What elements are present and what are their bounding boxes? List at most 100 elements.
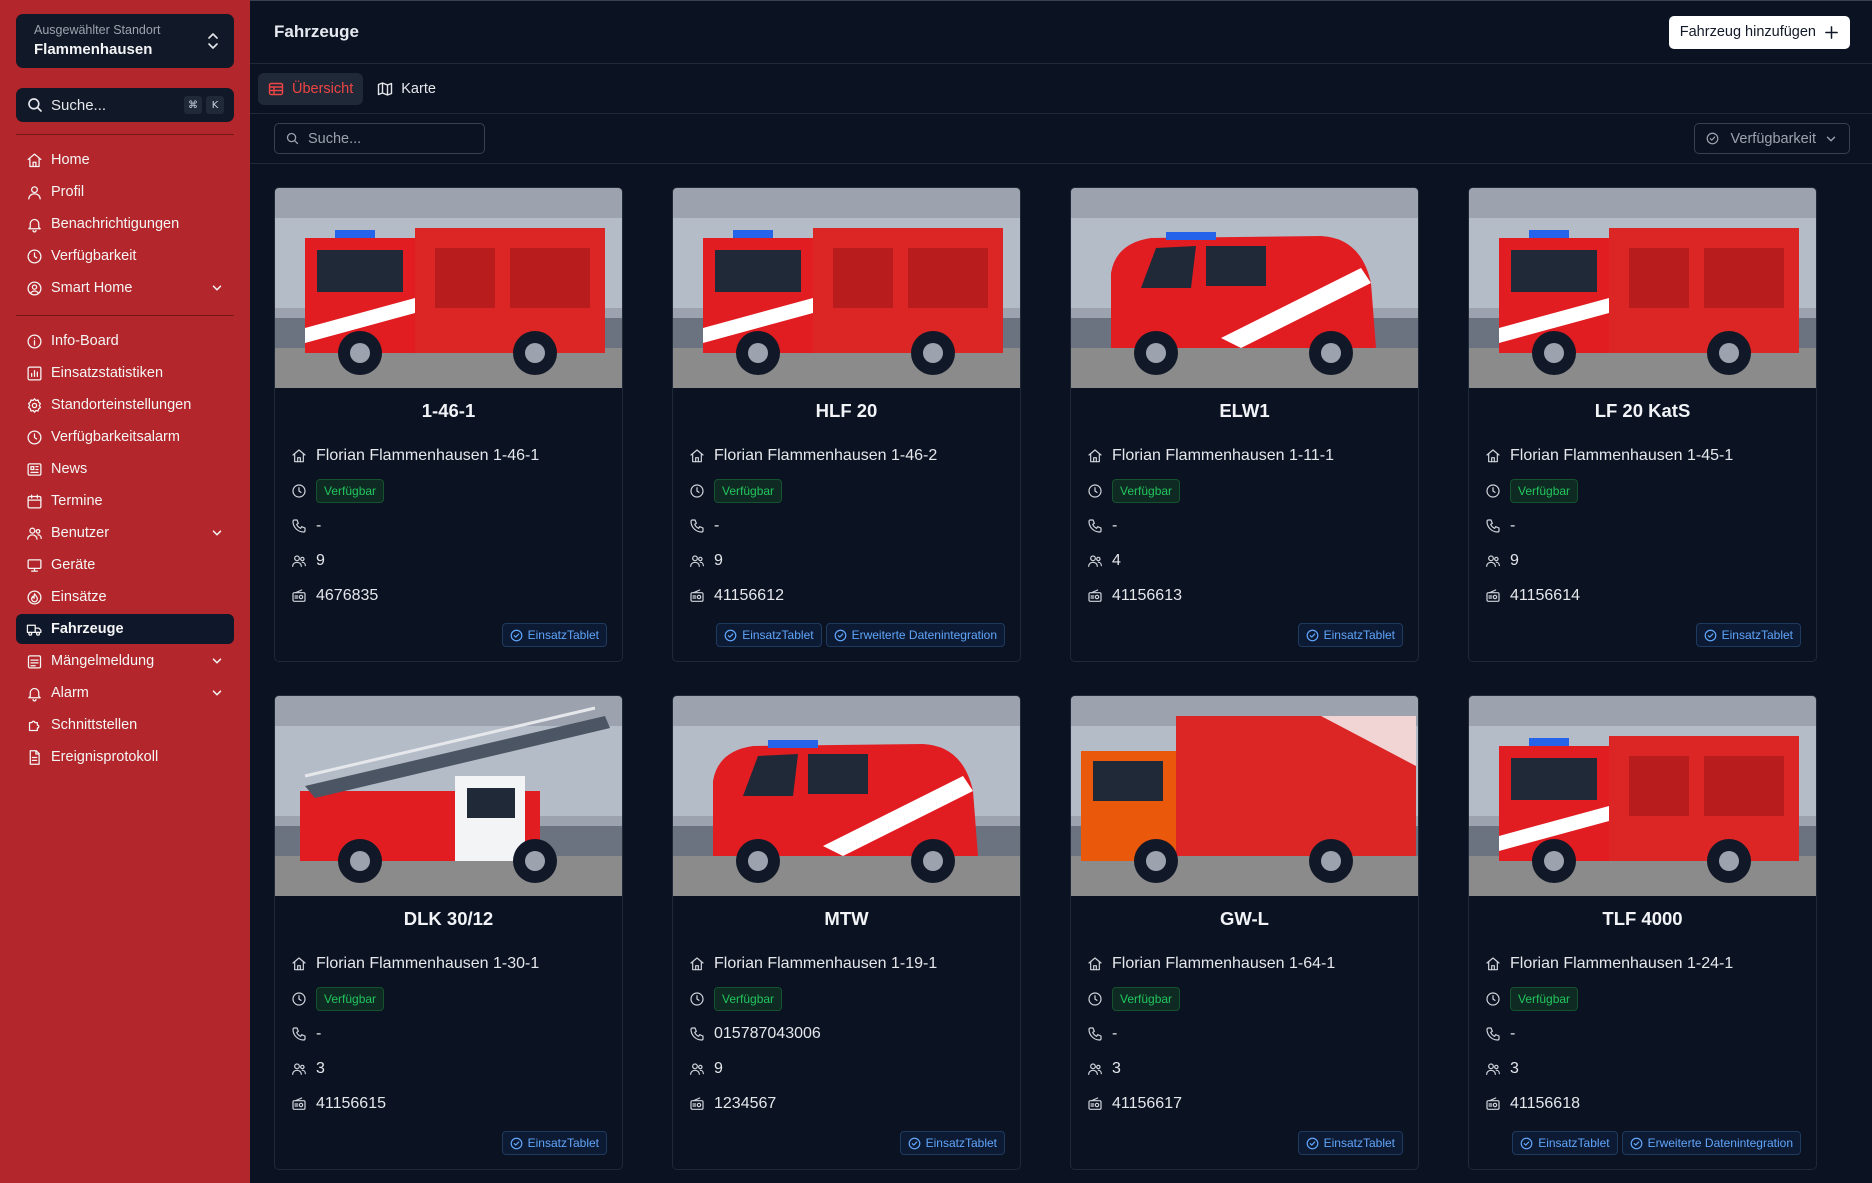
phone-icon [1088,518,1102,533]
check-circle-icon [510,1137,523,1149]
vehicle-photo [673,188,1020,388]
sidebar-search[interactable]: Suche... ⌘ K [16,88,234,122]
tab-overview[interactable]: Übersicht [258,72,364,105]
vehicle-radio-name: Florian Flammenhausen 1-46-1 [316,446,540,464]
feature-badge: Erweiterte Datenintegration [825,623,1005,647]
sidebar-item-fahrzeuge[interactable]: Fahrzeuge [16,614,234,644]
sidebar-item-einsatzstatistiken[interactable]: Einsatzstatistiken [16,358,234,388]
newspaper-icon [27,462,42,476]
vehicle-card[interactable]: LF 20 KatS Florian Flammenhausen 1-45-1 Ve… [1468,187,1817,662]
monitor-icon [27,558,42,572]
vehicle-phone-row: - [1071,514,1418,537]
phone-icon [1486,1026,1500,1041]
vehicle-radio-name: Florian Flammenhausen 1-64-1 [1112,954,1336,972]
vehicle-card[interactable]: DLK 30/12 Florian Flammenhausen 1-30-1 Ver… [274,695,623,1170]
flame-icon [27,589,42,605]
vehicle-photo [275,188,622,388]
feature-badge: EinsatzTablet [1695,623,1801,647]
tab-map[interactable]: Karte [367,73,446,105]
feature-badge-label: EinsatzTablet [742,628,814,642]
vehicle-card[interactable]: ELW1 Florian Flammenhausen 1-11-1 Verfügba… [1070,187,1419,662]
sidebar-item-news[interactable]: News [16,454,234,484]
vehicle-crew-row: 9 [1469,549,1816,572]
radio-icon [292,1096,306,1110]
chevron-down-icon[interactable] [210,654,224,668]
add-vehicle-label: Fahrzeug hinzufügen [1679,24,1816,40]
sidebar-item-smart-home[interactable]: Smart Home [16,273,234,303]
clock-icon [292,483,306,498]
status-badge: Verfügbar [1112,478,1181,503]
chevron-down-icon[interactable] [210,281,224,295]
users-icon [1088,1062,1102,1075]
radio-icon [1486,1096,1500,1110]
table-icon [268,82,284,95]
vehicle-radio-row: Florian Flammenhausen 1-46-1 [275,444,622,467]
add-vehicle-button[interactable]: Fahrzeug hinzufügen [1668,15,1850,49]
page-title: Fahrzeuge [274,22,360,41]
vehicle-issi: 4676835 [316,586,379,604]
tab-map-label: Karte [401,80,436,97]
vehicle-photo [673,696,1020,896]
vehicle-issi: 41156612 [714,586,784,604]
sidebar-item-standorteinstellungen[interactable]: Standorteinstellungen [16,390,234,420]
vehicle-card[interactable]: MTW Florian Flammenhausen 1-19-1 Verfügbar… [672,695,1021,1170]
sidebar-item-label: Schnittstellen [51,717,138,733]
vehicle-search[interactable] [274,123,485,154]
location-selector[interactable]: Ausgewählter Standort Flammenhausen [16,14,234,68]
vehicle-card[interactable]: 1-46-1 Florian Flammenhausen 1-46-1 Verfüg… [274,187,623,662]
sidebar-item-home[interactable]: Home [16,145,234,175]
vehicle-search-input[interactable] [308,130,468,147]
shortcut-key-k: K [206,96,224,114]
vehicle-radio-row: Florian Flammenhausen 1-64-1 [1071,952,1418,975]
clock-icon [690,991,704,1006]
vehicle-name: DLK 30/12 [403,908,494,929]
sidebar-item-alarm[interactable]: Alarm [16,678,234,708]
sidebar-item-verfuegbarkeitsalarm[interactable]: Verfügbarkeitsalarm [16,422,234,452]
sidebar-item-benutzer[interactable]: Benutzer [16,518,234,548]
clipboard-icon [27,654,42,669]
sidebar-item-einsaetze[interactable]: Einsätze [16,582,234,612]
filter-bar: Verfügbarkeit [250,114,1872,164]
sidebar-item-label: Home [51,152,90,168]
sidebar-item-maengelmeldung[interactable]: Mängelmeldung [16,646,234,676]
sidebar-item-ereignisprotokoll[interactable]: Ereignisprotokoll [16,742,234,772]
radio-icon [292,588,306,602]
feature-badges: EinsatzTablet [1297,623,1403,647]
location-label: Ausgewählter Standort [34,23,161,37]
vehicle-name: 1-46-1 [421,400,476,421]
sidebar-item-info-board[interactable]: Info-Board [16,326,234,356]
vehicle-card[interactable]: TLF 4000 Florian Flammenhausen 1-24-1 Verf… [1468,695,1817,1170]
check-circle-icon [1630,1137,1642,1149]
vehicle-issi: 41156617 [1112,1094,1182,1112]
bell-icon [28,687,41,702]
radio-icon [1088,588,1102,602]
home-icon [1486,448,1500,462]
sidebar-item-label: Verfügbarkeitsalarm [51,429,180,445]
vehicle-card[interactable]: GW-L Florian Flammenhausen 1-64-1 Verfügba… [1070,695,1419,1170]
vehicle-status-row: Verfügbar [1469,478,1816,503]
plus-icon [1825,25,1838,39]
sidebar-item-benachrichtigungen[interactable]: Benachrichtigungen [16,209,234,239]
users-icon [1486,1062,1500,1075]
availability-filter[interactable]: Verfügbarkeit [1693,123,1850,154]
sidebar-item-schnittstellen[interactable]: Schnittstellen [16,710,234,740]
vehicle-crew-row: 3 [275,1057,622,1080]
sidebar-item-termine[interactable]: Termine [16,486,234,516]
sidebar-item-verfuegbarkeit[interactable]: Verfügbarkeit [16,241,234,271]
puzzle-icon [28,720,40,731]
sidebar-divider [16,315,234,316]
chevron-down-icon[interactable] [210,686,224,700]
chart-icon [27,365,42,381]
feature-badge-label: EinsatzTablet [527,628,599,642]
view-tabs: Übersicht Karte [250,64,1872,114]
feature-badges: EinsatzTablet [501,1131,607,1155]
vehicle-phone-row: - [275,1022,622,1045]
chevron-down-icon[interactable] [210,526,224,540]
sidebar-item-label: Termine [51,493,103,509]
vehicle-card[interactable]: HLF 20 Florian Flammenhausen 1-46-2 Verfüg… [672,187,1021,662]
check-circle-icon [1306,629,1319,641]
vehicle-issi-row: 41156618 [1469,1092,1816,1115]
sidebar-item-profil[interactable]: Profil [16,177,234,207]
sidebar-item-geraete[interactable]: Geräte [16,550,234,580]
vehicle-crew-row: 3 [1469,1057,1816,1080]
